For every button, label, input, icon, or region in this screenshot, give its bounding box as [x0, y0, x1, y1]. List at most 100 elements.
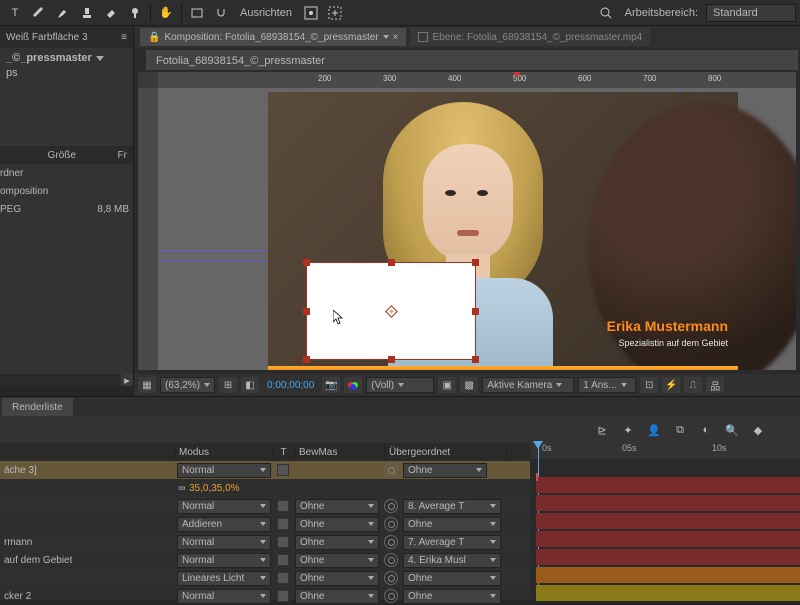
bewmas-combo[interactable]: Ohne	[295, 517, 379, 532]
hand-tool-icon[interactable]: ✋	[155, 2, 177, 24]
roi-icon[interactable]: ▣	[438, 377, 456, 393]
resize-handle[interactable]	[472, 308, 479, 315]
project-row[interactable]: rdner	[0, 164, 133, 182]
bewmas-combo[interactable]: Ohne	[295, 589, 379, 604]
parent-combo[interactable]: Ohne	[403, 589, 501, 604]
link-icon[interactable]: ∞	[175, 483, 189, 494]
frame-blend-icon[interactable]: ⧉	[670, 420, 690, 440]
track-matte-toggle[interactable]	[277, 572, 289, 584]
anchor-point-icon[interactable]	[385, 305, 398, 318]
resize-handle[interactable]	[472, 356, 479, 363]
timecode[interactable]: 0;00;00;00	[263, 380, 318, 391]
pickwhip-icon[interactable]	[384, 499, 398, 513]
bewmas-combo[interactable]: Ohne	[295, 571, 379, 586]
auto-keyframe-icon[interactable]: ◆	[748, 420, 768, 440]
rect-tool-icon[interactable]	[186, 2, 208, 24]
mode-combo[interactable]: Normal	[177, 535, 271, 550]
canvas[interactable]: Erika Mustermann Spezialistin auf dem Ge…	[158, 88, 796, 370]
comp-mini-icon[interactable]: ✦	[618, 420, 638, 440]
snapshot-icon[interactable]: 📷	[322, 377, 340, 393]
workspace-combo[interactable]: Standard	[706, 4, 796, 22]
resize-handle[interactable]	[303, 259, 310, 266]
motion-blur-icon[interactable]: ◐	[696, 420, 716, 440]
transparency-grid-icon[interactable]: ▩	[460, 377, 478, 393]
chevron-down-icon[interactable]	[383, 35, 389, 39]
pixel-aspect-icon[interactable]: ⊡	[640, 377, 658, 393]
mode-combo[interactable]: Addieren	[177, 517, 271, 532]
parent-combo[interactable]: 8. Average T	[403, 499, 501, 514]
resize-handle[interactable]	[303, 308, 310, 315]
mode-combo[interactable]: Normal	[177, 499, 271, 514]
pickwhip-icon[interactable]	[384, 463, 398, 477]
bewmas-combo[interactable]: Ohne	[295, 553, 379, 568]
zoom-combo[interactable]: (63,2%)	[160, 377, 215, 393]
resize-handle[interactable]	[388, 259, 395, 266]
pickwhip-icon[interactable]	[384, 571, 398, 585]
scrollbar[interactable]: ▸	[0, 374, 133, 386]
comp-tab-active[interactable]: 🔒 Komposition: Fotolia_68938154_©_pressm…	[140, 28, 406, 46]
track-matte-toggle[interactable]	[277, 518, 289, 530]
mode-combo[interactable]: Normal	[177, 589, 271, 604]
ruler-origin[interactable]	[138, 72, 158, 88]
bewmas-combo[interactable]: Ohne	[295, 535, 379, 550]
resolution-combo[interactable]: (Voll)	[366, 377, 434, 393]
track-area[interactable]: 0s 05s 10s	[530, 441, 800, 600]
timeline-icon[interactable]: ⎍	[684, 377, 702, 393]
pickwhip-icon[interactable]	[384, 589, 398, 603]
track-matte-toggle[interactable]	[277, 590, 289, 602]
mode-combo[interactable]: Normal	[177, 463, 271, 478]
project-row[interactable]: PEG8,8 MB	[0, 200, 133, 218]
resize-handle[interactable]	[303, 356, 310, 363]
parent-combo[interactable]: Ohne	[403, 571, 501, 586]
scale-value[interactable]: 35,0,35,0%	[189, 483, 240, 494]
bewmas-combo[interactable]: Ohne	[295, 499, 379, 514]
brainstorm-icon[interactable]: 🔍	[722, 420, 742, 440]
mode-combo[interactable]: Normal	[177, 553, 271, 568]
brush-tool-icon[interactable]	[52, 2, 74, 24]
comp-tab-layer[interactable]: Ebene: Fotolia_68938154_©_pressmaster.mp…	[410, 28, 650, 46]
parent-combo[interactable]: 4. Erika Musl	[403, 553, 501, 568]
pickwhip-icon[interactable]	[384, 535, 398, 549]
close-icon[interactable]: ×	[393, 32, 399, 43]
resize-handle[interactable]	[472, 259, 479, 266]
track-matte-toggle[interactable]	[277, 464, 289, 476]
viewport[interactable]: 200 300 400 500 600 700 800 Erika M	[138, 72, 796, 370]
search-icon[interactable]	[595, 2, 617, 24]
snap-toggle-icon[interactable]	[210, 2, 232, 24]
parent-combo[interactable]: 7. Average T	[403, 535, 501, 550]
time-ruler[interactable]: 0s 05s 10s	[530, 441, 800, 459]
align-bounds-icon[interactable]	[324, 2, 346, 24]
track-matte-toggle[interactable]	[277, 500, 289, 512]
panel-menu-icon[interactable]: ≡	[121, 32, 127, 43]
camera-combo[interactable]: Aktive Kamera	[482, 377, 574, 393]
pickwhip-icon[interactable]	[384, 517, 398, 531]
shy-icon[interactable]: 👤	[644, 420, 664, 440]
graph-editor-icon[interactable]: ⊵	[592, 420, 612, 440]
parent-combo[interactable]: Ohne	[403, 517, 501, 532]
parent-combo[interactable]: Ohne	[403, 463, 487, 478]
tab-renderqueue[interactable]: Renderliste	[2, 398, 73, 416]
mode-combo[interactable]: Lineares Licht	[177, 571, 271, 586]
flowchart-icon[interactable]: 品	[706, 377, 724, 393]
eraser-tool-icon[interactable]	[100, 2, 122, 24]
grid-icon[interactable]: ⊞	[219, 377, 237, 393]
resize-handle[interactable]	[388, 356, 395, 363]
channels-icon[interactable]	[344, 377, 362, 393]
track-matte-toggle[interactable]	[277, 536, 289, 548]
stamp-tool-icon[interactable]	[76, 2, 98, 24]
in-point-marker[interactable]	[536, 473, 538, 481]
ruler-vertical[interactable]	[138, 88, 158, 370]
safe-zones-icon[interactable]: ▦	[138, 377, 156, 393]
type-tool-icon[interactable]: T	[4, 2, 26, 24]
breadcrumb-item[interactable]: Fotolia_68938154_©_pressmaster	[146, 50, 798, 70]
pen-tool-icon[interactable]	[28, 2, 50, 24]
fast-preview-icon[interactable]: ⚡	[662, 377, 680, 393]
align-center-icon[interactable]	[300, 2, 322, 24]
chevron-down-icon[interactable]	[96, 56, 104, 61]
pickwhip-icon[interactable]	[384, 553, 398, 567]
track-matte-toggle[interactable]	[277, 554, 289, 566]
views-combo[interactable]: 1 Ans...	[578, 377, 636, 393]
mask-icon[interactable]: ◧	[241, 377, 259, 393]
pin-tool-icon[interactable]	[124, 2, 146, 24]
ruler-horizontal[interactable]: 200 300 400 500 600 700 800	[158, 72, 796, 88]
